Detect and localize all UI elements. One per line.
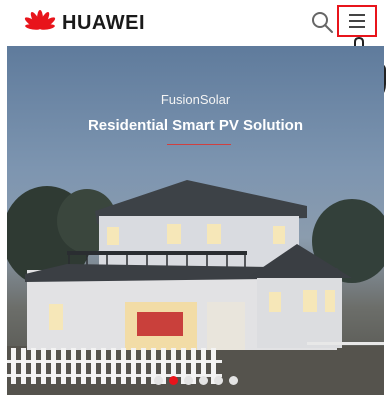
carousel-dot-active[interactable] [168, 376, 178, 386]
brand-name: HUAWEI [62, 12, 145, 34]
carousel-dot[interactable] [183, 376, 193, 386]
huawei-logo[interactable] [20, 9, 60, 37]
carousel-dot[interactable] [228, 376, 238, 386]
hero-subtitle: FusionSolar [160, 92, 231, 107]
site-header: HUAWEI [0, 0, 387, 46]
hero-title: Residential Smart PV Solution [87, 117, 304, 134]
carousel-dot[interactable] [213, 376, 223, 386]
title-underline [167, 144, 231, 145]
carousel-dot[interactable] [198, 376, 208, 386]
menu-button[interactable] [337, 5, 377, 37]
hamburger-menu-icon [349, 14, 365, 28]
carousel-indicators [7, 372, 384, 386]
search-icon[interactable] [309, 9, 335, 35]
carousel-dot[interactable] [153, 376, 163, 386]
hero-banner[interactable]: FusionSolar Residential Smart PV Solutio… [7, 46, 384, 395]
